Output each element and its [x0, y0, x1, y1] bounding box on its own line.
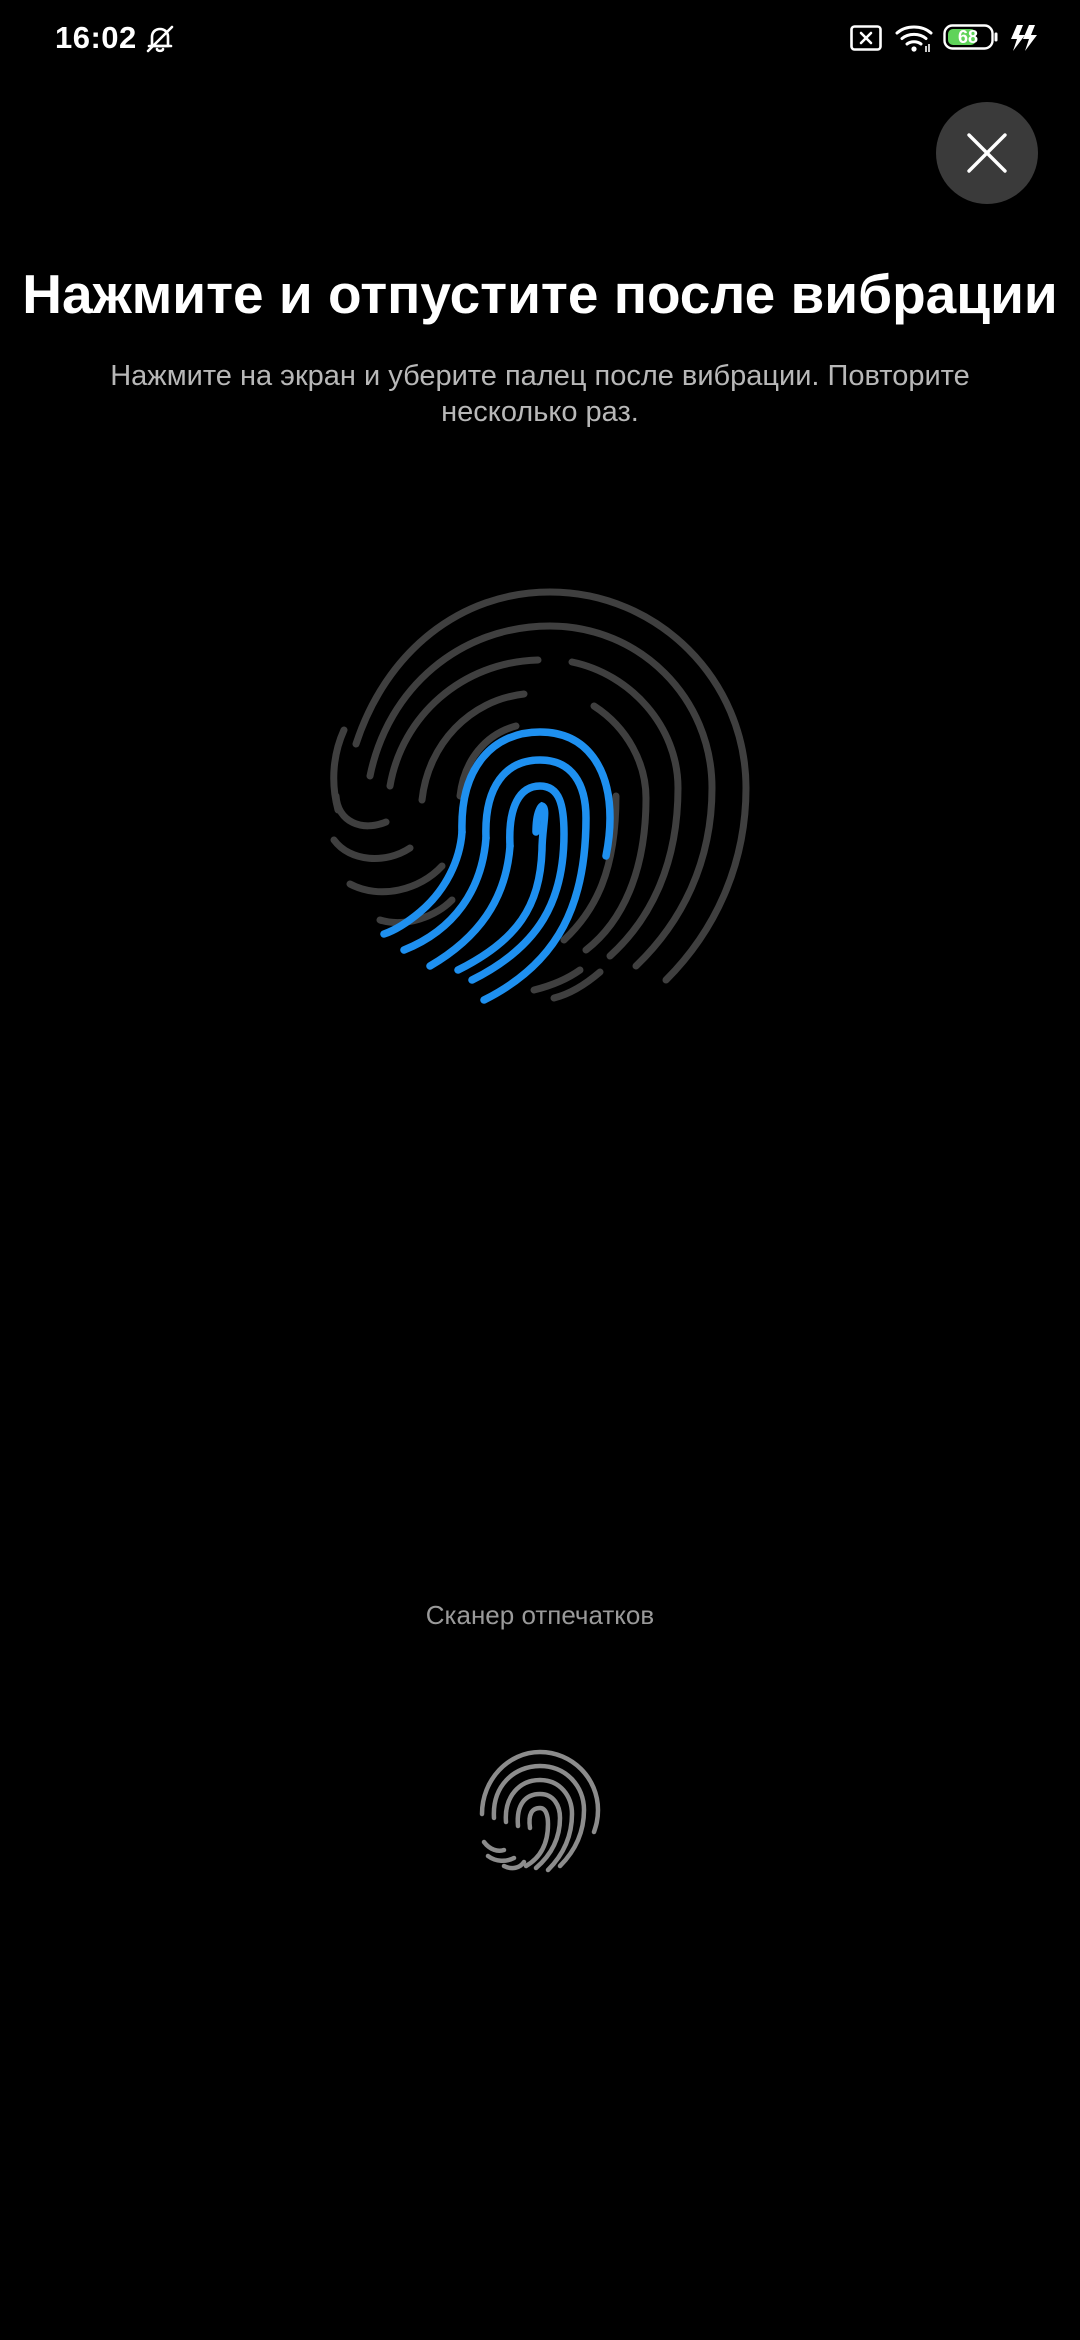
- battery-icon: 68: [943, 24, 999, 50]
- wifi-icon: [895, 25, 933, 52]
- scanner-label: Сканер отпечатков: [425, 1600, 655, 1630]
- battery-level: 68: [957, 27, 979, 47]
- charging-bolt-icon: [1011, 25, 1037, 51]
- status-bar: 16:02 68: [0, 0, 1080, 80]
- sim-x-icon: [850, 25, 882, 51]
- close-icon: [967, 133, 1007, 173]
- fingerprint-progress-icon: [330, 588, 750, 1004]
- close-button[interactable]: [936, 102, 1038, 204]
- page-subtitle: Нажмите на экран и уберите палец после в…: [110, 360, 970, 428]
- bell-off-icon: [146, 25, 174, 53]
- status-time: 16:02: [55, 20, 137, 55]
- fingerprint-icon[interactable]: [474, 1744, 606, 1876]
- page-title: Нажмите и отпустите после вибрации: [22, 263, 1058, 325]
